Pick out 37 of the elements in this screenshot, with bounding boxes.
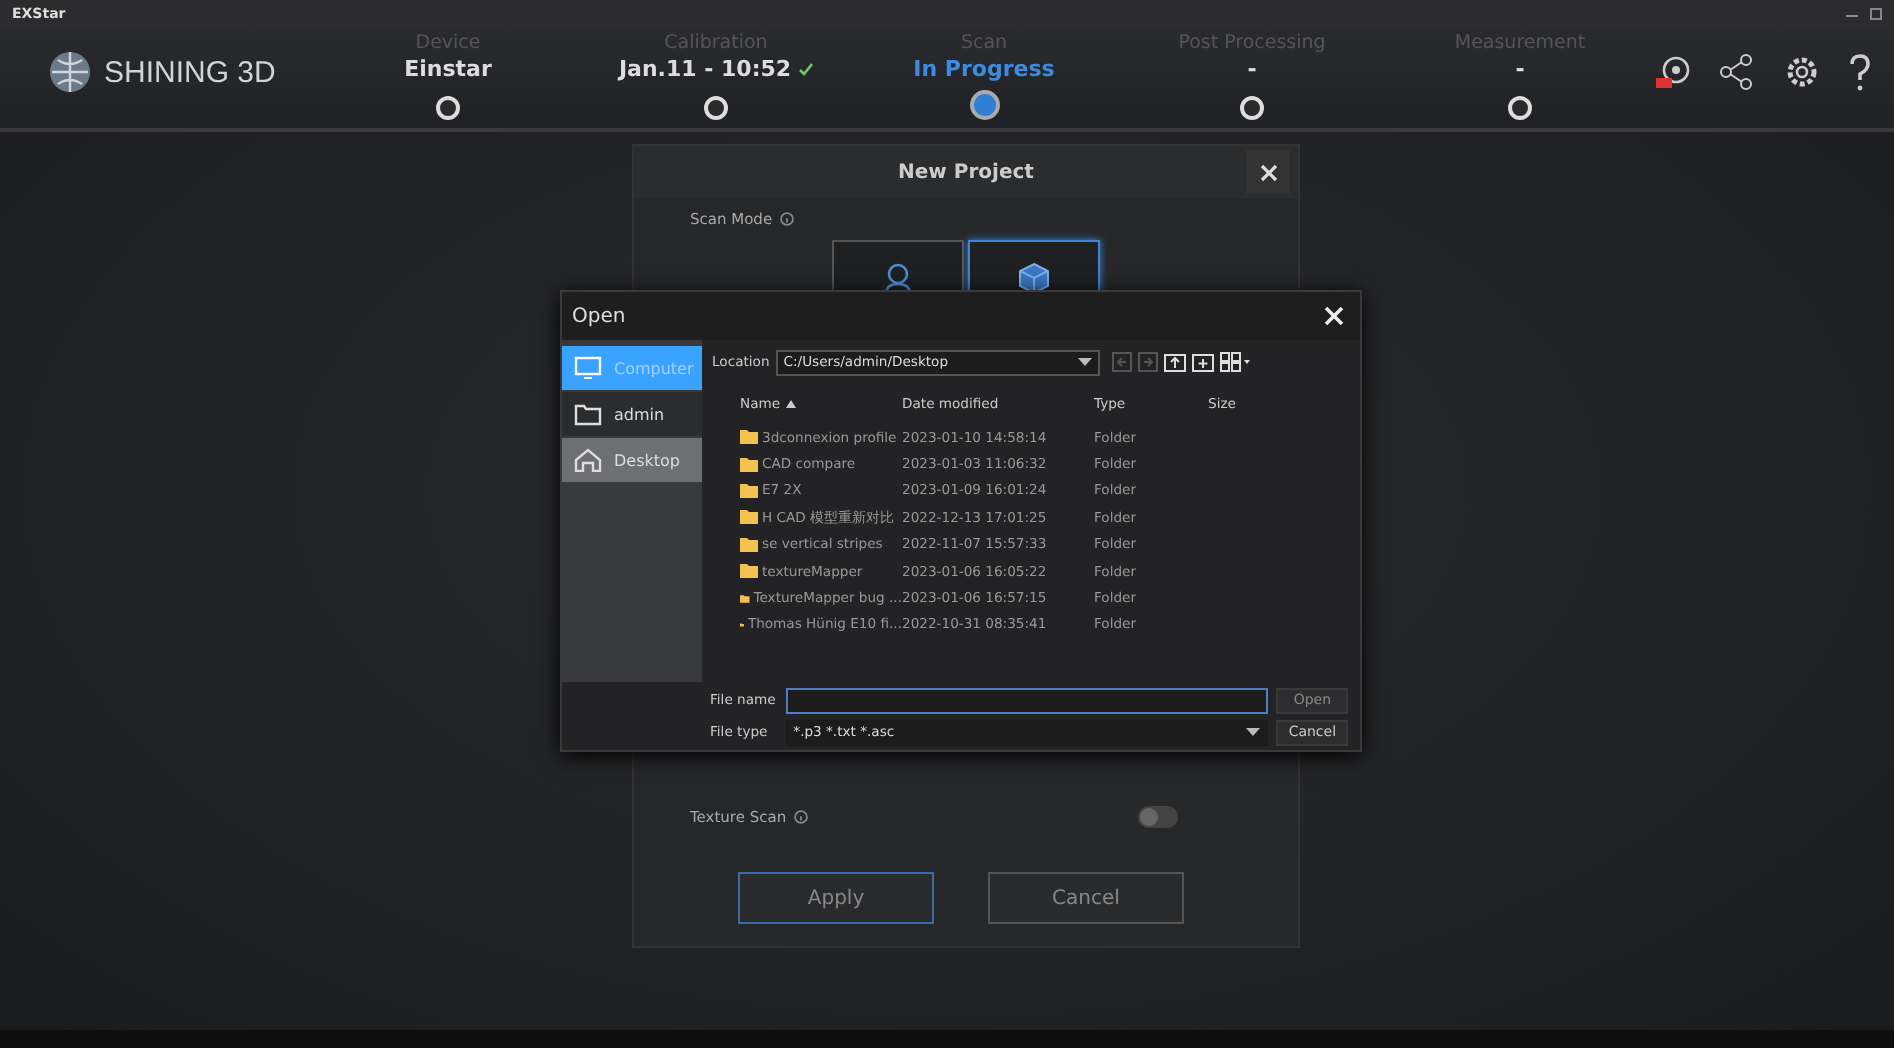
cancel-button[interactable]: Cancel xyxy=(988,872,1184,924)
apply-button[interactable]: Apply xyxy=(738,872,934,924)
file-name-field[interactable] xyxy=(785,687,1269,713)
grid-view-icon[interactable] xyxy=(1219,352,1252,372)
step-value: Jan.11 - 10:52 xyxy=(618,56,792,82)
new-folder-icon[interactable] xyxy=(1191,352,1214,372)
sort-icon xyxy=(786,400,797,408)
folder-icon xyxy=(574,402,602,426)
caret-icon xyxy=(1246,728,1261,736)
sidebar-item[interactable]: Desktop xyxy=(562,438,702,482)
scanner-icon[interactable] xyxy=(1654,52,1694,92)
help-icon[interactable] xyxy=(1846,52,1874,92)
step-value: In Progress xyxy=(913,56,1055,82)
dialog-title: New Project xyxy=(898,161,1034,183)
brand-name: SHINING 3D xyxy=(104,55,276,89)
person-icon xyxy=(884,262,912,294)
info-icon xyxy=(794,810,809,824)
up-folder-icon[interactable] xyxy=(1163,352,1186,372)
texture-scan-toggle[interactable] xyxy=(1138,806,1178,828)
check-icon xyxy=(797,62,814,76)
settings-icon[interactable] xyxy=(1782,52,1822,92)
maximize-icon[interactable] xyxy=(1870,8,1882,20)
share-icon[interactable] xyxy=(1718,52,1758,92)
close-button[interactable] xyxy=(1246,150,1290,194)
monitor-icon xyxy=(574,356,602,380)
step-node[interactable] xyxy=(969,90,999,120)
globe-logo-icon xyxy=(48,50,92,94)
close-icon xyxy=(1259,163,1277,181)
sidebar-item[interactable]: admin xyxy=(562,392,702,436)
dialog-title: Open xyxy=(572,305,626,327)
step-value: - xyxy=(1515,56,1525,82)
caret-icon xyxy=(1077,358,1092,366)
info-icon xyxy=(780,212,795,226)
step-value: - xyxy=(1247,56,1257,82)
home-icon xyxy=(574,448,602,472)
close-icon[interactable] xyxy=(1324,306,1344,326)
step-value: Einstar xyxy=(404,56,492,82)
